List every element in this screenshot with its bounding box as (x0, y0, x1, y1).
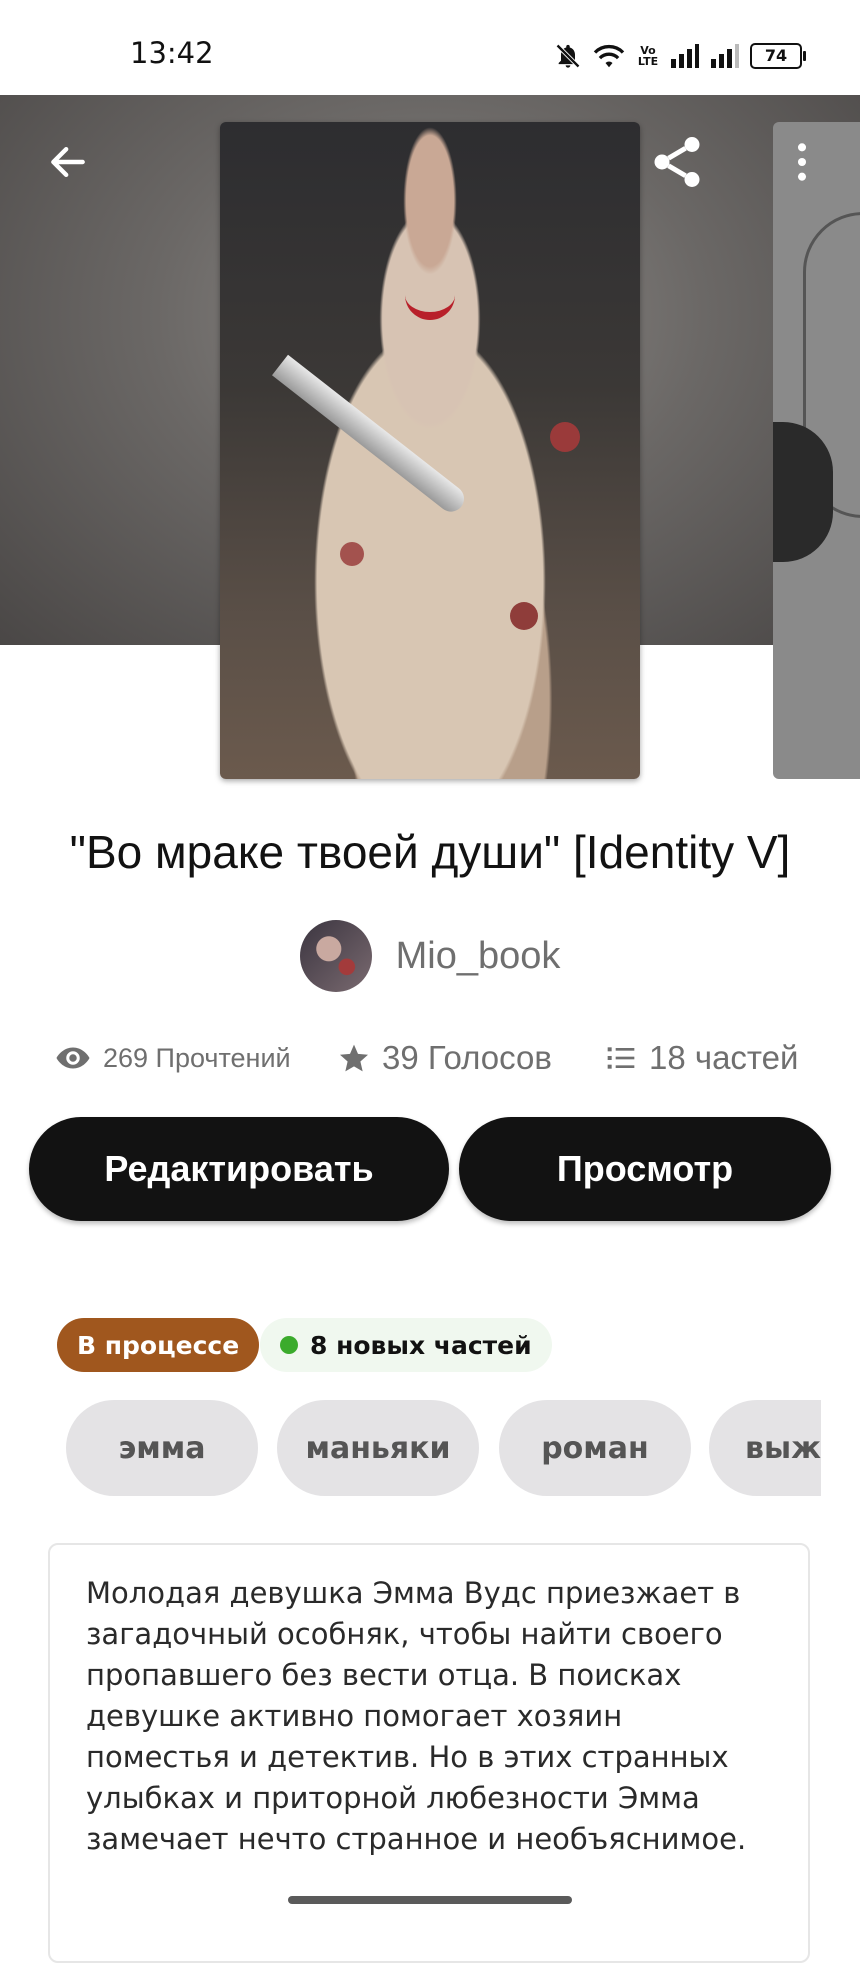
tag-list: эмма маньяки роман выжи (66, 1400, 821, 1496)
cover-art (510, 602, 538, 630)
status-badge: В процессе (57, 1318, 260, 1372)
status-bar: 13:42 Vo LTE 74 (0, 0, 860, 95)
parts-stat[interactable]: 18 частей (605, 1030, 798, 1086)
signal-icon (711, 44, 739, 68)
eye-icon (56, 1047, 90, 1069)
tag-chip[interactable]: выжи (709, 1400, 821, 1496)
cover-art (405, 290, 455, 320)
author-row[interactable]: Mio_book (0, 920, 860, 992)
story-stats: 269 Прочтений 39 Голосов 18 частей (0, 1030, 860, 1086)
author-name[interactable]: Mio_book (396, 935, 561, 978)
new-parts-badge: 8 новых частей (260, 1318, 552, 1372)
tag-chip[interactable]: маньяки (277, 1400, 479, 1496)
cover-art (271, 354, 470, 517)
cover-art (550, 422, 580, 452)
new-parts-label: 8 новых частей (310, 1330, 532, 1360)
back-button[interactable] (36, 130, 100, 194)
more-vertical-icon (797, 143, 807, 181)
wifi-icon (593, 45, 625, 68)
story-title: "Во мраке твоей души" [Identity V] (69, 826, 791, 878)
volte-icon: Vo LTE (637, 44, 659, 68)
share-button[interactable] (645, 130, 709, 194)
share-icon (654, 137, 700, 187)
bell-off-icon (556, 44, 580, 68)
tag-chip[interactable]: эмма (66, 1400, 258, 1496)
view-button[interactable]: Просмотр (459, 1117, 831, 1221)
edit-button[interactable]: Редактировать (29, 1117, 449, 1221)
author-avatar[interactable] (299, 920, 372, 992)
parts-count: 18 частей (649, 1039, 799, 1076)
status-time: 13:42 (130, 36, 214, 70)
more-button[interactable] (770, 130, 834, 194)
votes-count: 39 Голосов (382, 1039, 552, 1076)
cover-art (773, 422, 833, 562)
tag-chip[interactable]: роман (499, 1400, 691, 1496)
arrow-left-icon (51, 146, 85, 178)
list-icon (607, 1047, 635, 1069)
votes-stat: 39 Голосов (338, 1030, 552, 1086)
story-description: Молодая девушка Эмма Вудс приезжает в за… (86, 1576, 747, 1856)
next-story-cover[interactable] (773, 122, 860, 779)
reads-count: 269 Прочтений (103, 1042, 291, 1073)
signal-icon (671, 44, 699, 68)
cover-art (340, 542, 364, 566)
battery-icon: 74 (750, 43, 806, 69)
home-indicator[interactable] (288, 1896, 572, 1904)
star-icon (340, 1044, 368, 1072)
reads-stat: 269 Прочтений (55, 1030, 291, 1086)
story-cover[interactable] (220, 122, 640, 779)
new-indicator-dot (280, 1336, 298, 1354)
status-icons: Vo LTE 74 (554, 38, 806, 74)
